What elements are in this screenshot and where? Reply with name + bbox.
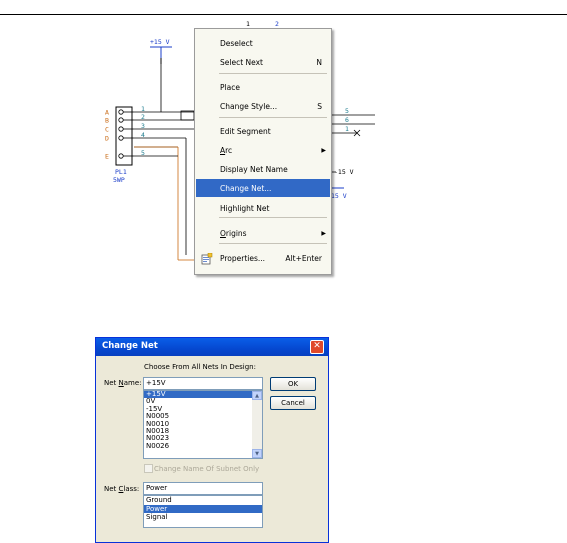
choose-label: Choose From All Nets In Design: bbox=[144, 363, 256, 371]
net-class-list[interactable]: Ground Power Signal bbox=[143, 495, 263, 528]
ok-button[interactable]: OK bbox=[270, 377, 316, 391]
menu-item-shortcut: N bbox=[316, 57, 322, 67]
menu-item-origins[interactable]: Origins ▶ bbox=[196, 224, 330, 242]
pin-terminal[interactable] bbox=[118, 117, 124, 123]
menu-item-label: Highlight Net bbox=[220, 203, 270, 213]
menu-item-highlight-net[interactable]: Highlight Net bbox=[196, 199, 330, 217]
menu-separator bbox=[219, 217, 327, 218]
menu-item-shortcut: S bbox=[317, 101, 322, 111]
close-button[interactable]: ✕ bbox=[310, 340, 324, 354]
menu-separator bbox=[219, 73, 327, 74]
pin-terminal[interactable] bbox=[118, 153, 124, 159]
change-net-dialog: Change Net ✕ Choose From All Nets In Des… bbox=[95, 337, 329, 543]
submenu-arrow-icon: ▶ bbox=[321, 229, 326, 237]
properties-icon bbox=[201, 252, 213, 264]
scroll-down-icon[interactable]: ▼ bbox=[252, 449, 262, 458]
menu-item-select-next[interactable]: Select Next N bbox=[196, 53, 330, 71]
net-class-input[interactable]: Power bbox=[143, 482, 263, 495]
connector-ref: PL1 bbox=[115, 168, 127, 176]
menu-separator bbox=[219, 243, 327, 244]
net-list[interactable]: +15V 0V -15V N0005 N0010 N0018 N0023 N0026 ▲ ▼ bbox=[143, 390, 263, 459]
menu-item-deselect[interactable]: Deselect bbox=[196, 34, 330, 52]
menu-item-label: Arc bbox=[220, 145, 233, 155]
dialog-title: Change Net bbox=[102, 341, 158, 351]
power-negative-label: -15 V bbox=[334, 168, 354, 176]
net-list-item[interactable]: N0026 bbox=[144, 442, 252, 450]
top-label: 1 bbox=[246, 20, 250, 28]
menu-item-label: Properties... bbox=[220, 253, 266, 263]
pin-letter: D bbox=[105, 135, 109, 143]
top-label: 2 bbox=[275, 20, 279, 28]
menu-item-label: Change Style... bbox=[220, 101, 278, 111]
power-positive-label: +15 V bbox=[150, 38, 170, 46]
scroll-up-icon[interactable]: ▲ bbox=[252, 391, 262, 400]
power-negative-label-2: 15 V bbox=[331, 192, 347, 200]
subnet-checkbox[interactable] bbox=[144, 464, 153, 473]
class-list-item[interactable]: Power bbox=[144, 504, 262, 513]
menu-item-label: Place bbox=[220, 82, 240, 92]
menu-item-change-style[interactable]: Change Style... S bbox=[196, 97, 330, 115]
dialog-titlebar[interactable]: Change Net ✕ bbox=[96, 338, 328, 356]
menu-item-change-net[interactable]: Change Net... bbox=[196, 179, 330, 197]
cancel-button[interactable]: Cancel bbox=[270, 396, 316, 410]
menu-item-arc[interactable]: Arc ▶ bbox=[196, 141, 330, 159]
net-class-value: Power bbox=[146, 484, 168, 492]
menu-item-display-net-name[interactable]: Display Net Name bbox=[196, 160, 330, 178]
pin-letter: C bbox=[105, 126, 109, 134]
menu-item-label: Origins bbox=[220, 228, 247, 238]
right-pin-number: 6 bbox=[345, 116, 349, 124]
context-menu: Deselect Select Next N Place Change Style...… bbox=[194, 28, 332, 275]
menu-item-label: Select Next bbox=[220, 57, 263, 67]
pin-letter: A bbox=[105, 109, 109, 117]
menu-item-label: Deselect bbox=[220, 38, 253, 48]
submenu-arrow-icon: ▶ bbox=[321, 146, 326, 154]
net-name-value: +15V bbox=[146, 379, 166, 387]
connector-type: 5WP bbox=[113, 176, 125, 184]
menu-item-label: Change Net... bbox=[220, 183, 272, 193]
pin-terminal[interactable] bbox=[118, 126, 124, 132]
right-pin-number: 1 bbox=[345, 125, 349, 133]
class-list-item[interactable]: Signal bbox=[144, 513, 262, 522]
menu-item-label: Edit Segment bbox=[220, 126, 271, 136]
pin-letter: B bbox=[105, 117, 109, 125]
menu-item-place[interactable]: Place bbox=[196, 78, 330, 96]
pin-letter: E bbox=[105, 153, 109, 161]
menu-item-properties[interactable]: Properties... Alt+Enter bbox=[196, 249, 330, 267]
menu-item-edit-segment[interactable]: Edit Segment bbox=[196, 122, 330, 140]
net-name-label: Net Name: bbox=[104, 379, 142, 387]
class-list-item[interactable]: Ground bbox=[144, 496, 262, 505]
pin-terminal[interactable] bbox=[118, 109, 124, 115]
net-list-scrollbar[interactable]: ▲ ▼ bbox=[252, 391, 262, 458]
menu-item-shortcut: Alt+Enter bbox=[285, 253, 322, 263]
net-list-item[interactable]: +15V bbox=[144, 390, 252, 399]
net-name-input[interactable]: +15V bbox=[143, 377, 263, 390]
menu-separator bbox=[219, 117, 327, 118]
menu-item-label: Display Net Name bbox=[220, 164, 288, 174]
subnet-checkbox-label: Change Name Of Subnet Only bbox=[154, 465, 260, 473]
net-class-label: Net Class: bbox=[104, 485, 140, 493]
pin-terminal[interactable] bbox=[118, 135, 124, 141]
right-pin-number: 5 bbox=[345, 107, 349, 115]
